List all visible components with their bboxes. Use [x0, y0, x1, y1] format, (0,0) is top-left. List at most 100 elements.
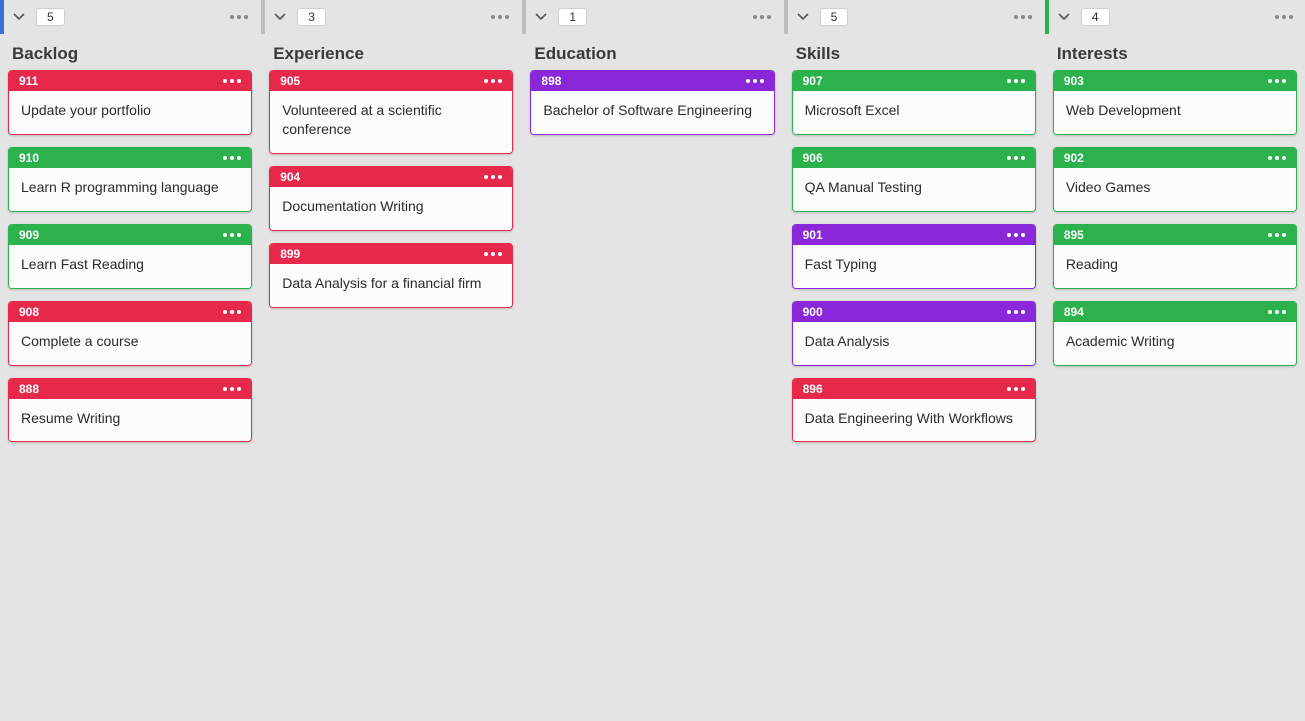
card-menu-icon[interactable]	[484, 252, 502, 256]
card[interactable]: 900 Data Analysis	[792, 301, 1036, 366]
card-id: 888	[19, 382, 39, 396]
card-header: 910	[9, 148, 251, 168]
card-id: 909	[19, 228, 39, 242]
card-id: 902	[1064, 151, 1084, 165]
card-menu-icon[interactable]	[484, 175, 502, 179]
chevron-down-icon[interactable]	[271, 8, 289, 26]
card-menu-icon[interactable]	[1007, 79, 1025, 83]
card-menu-icon[interactable]	[223, 310, 241, 314]
card-header: 896	[793, 379, 1035, 399]
card-id: 904	[280, 170, 300, 184]
card[interactable]: 902Video Games	[1053, 147, 1297, 212]
card-header: 888	[9, 379, 251, 399]
card-id: 899	[280, 247, 300, 261]
card-text: Data Engineering With Workflows	[793, 399, 1035, 442]
card[interactable]: 904 Documentation Writing	[269, 166, 513, 231]
card-id: 898	[541, 74, 561, 88]
card-header: 906	[793, 148, 1035, 168]
card[interactable]: 909 Learn Fast Reading	[8, 224, 252, 289]
cards-list: 911Update your portfolio 910 Learn R progr…	[0, 70, 260, 450]
card[interactable]: 911Update your portfolio	[8, 70, 252, 135]
card[interactable]: 903Web Development	[1053, 70, 1297, 135]
card[interactable]: 899Data Analysis for a financial firm	[269, 243, 513, 308]
board-column: 5 Skills907Microsoft Excel 906QA Manual Te…	[784, 0, 1044, 721]
cards-list: 905 Volunteered at a scientific conferenc…	[261, 70, 521, 316]
card-id: 896	[803, 382, 823, 396]
column-menu-icon[interactable]	[226, 7, 252, 27]
card[interactable]: 901 Fast Typing	[792, 224, 1036, 289]
card-text: Bachelor of Software Engineering	[531, 91, 773, 134]
card-menu-icon[interactable]	[1268, 310, 1286, 314]
column-header: 1	[522, 0, 782, 34]
card-menu-icon[interactable]	[1268, 79, 1286, 83]
card-menu-icon[interactable]	[223, 233, 241, 237]
card-menu-icon[interactable]	[223, 156, 241, 160]
card-id: 910	[19, 151, 39, 165]
card-header: 901	[793, 225, 1035, 245]
card-menu-icon[interactable]	[1007, 310, 1025, 314]
card[interactable]: 888Resume Writing	[8, 378, 252, 443]
column-menu-icon[interactable]	[749, 7, 775, 27]
column-count-badge: 3	[297, 8, 326, 26]
column-menu-icon[interactable]	[487, 7, 513, 27]
card-menu-icon[interactable]	[1007, 156, 1025, 160]
card-id: 908	[19, 305, 39, 319]
card-header: 899	[270, 244, 512, 264]
card-header: 904	[270, 167, 512, 187]
column-title: Interests	[1045, 34, 1305, 70]
card-menu-icon[interactable]	[746, 79, 764, 83]
card-id: 900	[803, 305, 823, 319]
column-menu-icon[interactable]	[1271, 7, 1297, 27]
card-header: 895	[1054, 225, 1296, 245]
card[interactable]: 898 Bachelor of Software Engineering	[530, 70, 774, 135]
card[interactable]: 906QA Manual Testing	[792, 147, 1036, 212]
card-header: 900	[793, 302, 1035, 322]
board-column: 4 Interests903Web Development 902Video Gam…	[1045, 0, 1305, 721]
card-id: 906	[803, 151, 823, 165]
chevron-down-icon[interactable]	[10, 8, 28, 26]
card-header: 909	[9, 225, 251, 245]
card-text: Documentation Writing	[270, 187, 512, 230]
card[interactable]: 908Complete a course	[8, 301, 252, 366]
card-menu-icon[interactable]	[1268, 156, 1286, 160]
card-text: Fast Typing	[793, 245, 1035, 288]
card-menu-icon[interactable]	[223, 79, 241, 83]
column-menu-icon[interactable]	[1010, 7, 1036, 27]
column-header: 4	[1045, 0, 1305, 34]
card[interactable]: 894Academic Writing	[1053, 301, 1297, 366]
card[interactable]: 907Microsoft Excel	[792, 70, 1036, 135]
cards-list: 907Microsoft Excel906QA Manual Testing90…	[784, 70, 1044, 450]
card-text: Learn Fast Reading	[9, 245, 251, 288]
card-text: Data Analysis	[793, 322, 1035, 365]
card[interactable]: 910 Learn R programming language	[8, 147, 252, 212]
column-header: 5	[0, 0, 260, 34]
card-header: 903	[1054, 71, 1296, 91]
card-text: Academic Writing	[1054, 322, 1296, 365]
column-count-badge: 5	[820, 8, 849, 26]
card-header: 911	[9, 71, 251, 91]
card-text: Microsoft Excel	[793, 91, 1035, 134]
column-count-badge: 4	[1081, 8, 1110, 26]
card-id: 901	[803, 228, 823, 242]
chevron-down-icon[interactable]	[794, 8, 812, 26]
card-header: 908	[9, 302, 251, 322]
chevron-down-icon[interactable]	[1055, 8, 1073, 26]
card-id: 895	[1064, 228, 1084, 242]
card-menu-icon[interactable]	[223, 387, 241, 391]
card-text: Learn R programming language	[9, 168, 251, 211]
card-text: Web Development	[1054, 91, 1296, 134]
card[interactable]: 896 Data Engineering With Workflows	[792, 378, 1036, 443]
card-id: 905	[280, 74, 300, 88]
card[interactable]: 905 Volunteered at a scientific conferenc…	[269, 70, 513, 154]
column-count-badge: 5	[36, 8, 65, 26]
card-id: 911	[19, 74, 38, 88]
card-menu-icon[interactable]	[1007, 387, 1025, 391]
card[interactable]: 895Reading	[1053, 224, 1297, 289]
card-menu-icon[interactable]	[1007, 233, 1025, 237]
card-text: Volunteered at a scientific conference	[270, 91, 512, 153]
card-menu-icon[interactable]	[484, 79, 502, 83]
chevron-down-icon[interactable]	[532, 8, 550, 26]
column-title: Skills	[784, 34, 1044, 70]
column-title: Backlog	[0, 34, 260, 70]
card-menu-icon[interactable]	[1268, 233, 1286, 237]
